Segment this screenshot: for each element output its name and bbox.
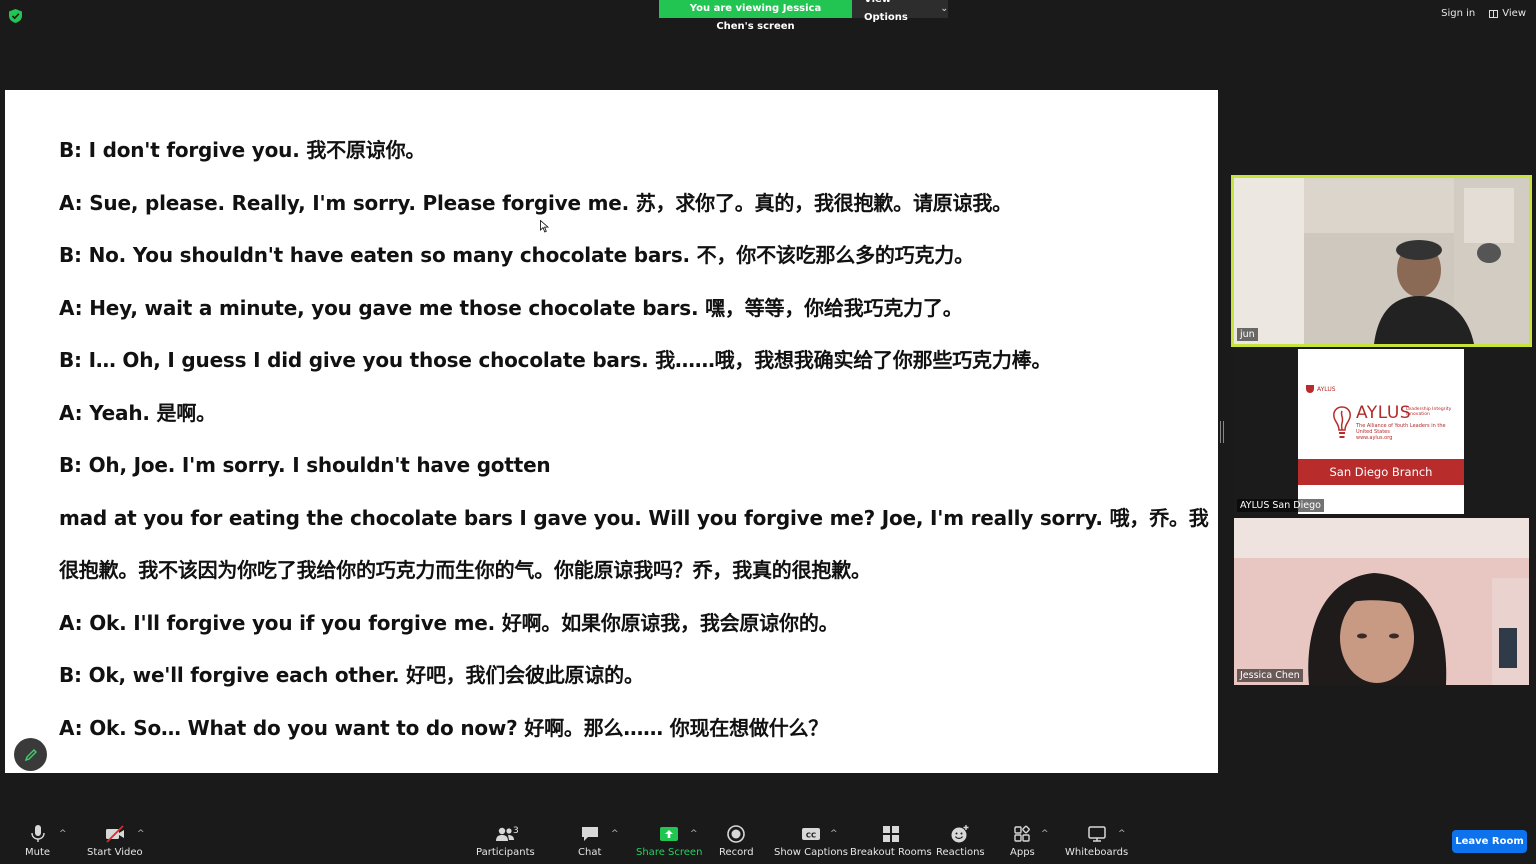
participant-video-jessica: [1234, 518, 1529, 685]
video-tile-aylus[interactable]: AYLUS AYLUS Leadership Integrity Innovat…: [1234, 348, 1529, 515]
whiteboards-options-caret-icon[interactable]: ^: [1118, 829, 1126, 839]
document-line: A: Ok. I'll forgive you if you forgive m…: [59, 610, 839, 635]
svg-text:CC: CC: [806, 832, 816, 840]
document-line: mad at you for eating the chocolate bars…: [59, 505, 1209, 530]
document-line: B: No. You shouldn't have eaten so many …: [59, 243, 974, 267]
whiteboard-icon: [1087, 826, 1106, 842]
closed-captions-icon: CC: [801, 828, 820, 840]
chat-button[interactable]: Chat: [578, 824, 601, 858]
record-button[interactable]: Record: [719, 824, 754, 858]
viewing-screen-text: You are viewing Jessica Chen's screen: [659, 0, 852, 32]
aylus-small-logo-text: AYLUS: [1317, 385, 1336, 393]
panel-resize-handle[interactable]: [1220, 421, 1224, 443]
document-line: A: Sue, please. Really, I'm sorry. Pleas…: [59, 190, 1012, 215]
pencil-icon: [24, 748, 37, 761]
apps-options-caret-icon[interactable]: ^: [1041, 829, 1049, 839]
apps-button[interactable]: Apps: [1010, 824, 1035, 858]
document-line: A: Hey, wait a minute, you gave me those…: [59, 295, 963, 320]
mute-options-caret-icon[interactable]: ^: [59, 829, 67, 839]
document-line: A: Ok. So… What do you want to do now? 好…: [59, 715, 829, 740]
share-options-caret-icon[interactable]: ^: [690, 829, 698, 839]
participant-name-label: Jessica Chen: [1237, 669, 1303, 682]
view-button[interactable]: View: [1489, 8, 1526, 19]
mute-label: Mute: [25, 847, 51, 858]
reactions-smiley-icon: [951, 825, 969, 843]
start-video-button[interactable]: Start Video: [87, 824, 143, 858]
aylus-branch-band: San Diego Branch: [1298, 459, 1464, 485]
aylus-tagline: Leadership Integrity Innovation: [1406, 407, 1452, 417]
aylus-small-logo: AYLUS: [1306, 385, 1336, 393]
video-tile-jun[interactable]: jun: [1231, 175, 1532, 347]
meeting-toolbar: Mute ^ Start Video ^ Participants 3 Chat…: [0, 816, 1536, 864]
sign-in-link[interactable]: Sign in: [1441, 8, 1475, 19]
screen-share-banner: You are viewing Jessica Chen's screen Vi…: [659, 0, 948, 32]
leave-room-button[interactable]: Leave Room: [1452, 830, 1527, 853]
share-screen-icon: [660, 827, 679, 841]
participants-count-badge: 3: [513, 826, 519, 836]
top-right-controls: Sign in View: [1441, 8, 1526, 19]
aylus-url: www.aylus.org: [1356, 435, 1393, 441]
apps-label: Apps: [1010, 847, 1035, 858]
document-line: B: I don't forgive you. 我不原谅你。: [59, 138, 426, 162]
breakout-rooms-button[interactable]: Breakout Rooms: [850, 824, 932, 858]
aylus-shield-icon: [1306, 385, 1314, 393]
chat-options-caret-icon[interactable]: ^: [611, 829, 619, 839]
view-options-button[interactable]: View Options ⌄: [852, 0, 948, 23]
document-line: B: Ok, we'll forgive each other. 好吧，我们会彼…: [59, 663, 644, 687]
participants-button[interactable]: Participants: [476, 824, 535, 858]
reactions-button[interactable]: Reactions: [936, 824, 985, 858]
annotate-button[interactable]: [14, 738, 47, 771]
breakout-rooms-icon: [882, 826, 899, 842]
view-label: View: [1502, 8, 1526, 19]
mouse-cursor-icon: [540, 220, 549, 233]
show-captions-label: Show Captions: [774, 847, 848, 858]
apps-icon: [1014, 825, 1031, 842]
mute-button[interactable]: Mute: [25, 824, 50, 858]
aylus-subtitle-text: The Alliance of Youth Leaders in the Uni…: [1356, 423, 1446, 435]
participant-name-label: AYLUS San Diego: [1237, 499, 1324, 512]
security-shield-icon[interactable]: [9, 9, 22, 23]
video-options-caret-icon[interactable]: ^: [137, 829, 145, 839]
document-line: 很抱歉。我不该因为你吃了我给你的巧克力而生你的气。你能原谅我吗？乔，我真的很抱歉…: [59, 558, 871, 582]
breakout-rooms-label: Breakout Rooms: [850, 847, 932, 858]
view-layout-icon: [1489, 9, 1499, 18]
aylus-brand-text: AYLUS: [1356, 403, 1412, 423]
aylus-subtitle: The Alliance of Youth Leaders in the Uni…: [1356, 423, 1446, 441]
microphone-icon: [30, 825, 45, 842]
chevron-down-icon: ⌄: [940, 4, 948, 14]
aylus-logo-card: AYLUS AYLUS Leadership Integrity Innovat…: [1298, 349, 1464, 514]
document-line: B: Oh, Joe. I'm sorry. I shouldn't have …: [59, 453, 551, 477]
document-line: B: I… Oh, I guess I did give you those c…: [59, 348, 1052, 372]
video-tile-jessica-chen[interactable]: Jessica Chen: [1234, 518, 1529, 685]
chat-bubble-icon: [581, 827, 598, 841]
whiteboards-label: Whiteboards: [1065, 847, 1129, 858]
participant-video-jun: [1234, 178, 1529, 344]
share-screen-label: Share Screen: [636, 847, 703, 858]
record-label: Record: [719, 847, 754, 858]
participants-label: Participants: [476, 847, 535, 858]
start-video-label: Start Video: [87, 847, 143, 858]
captions-options-caret-icon[interactable]: ^: [830, 829, 838, 839]
video-camera-off-icon: [105, 825, 124, 843]
document-line: A: Yeah. 是啊。: [59, 400, 216, 425]
record-icon: [727, 825, 746, 843]
chat-label: Chat: [578, 847, 602, 858]
participant-name-label: jun: [1237, 328, 1258, 341]
view-options-label: View Options: [864, 0, 908, 23]
shared-screen[interactable]: B: I don't forgive you. 我不原谅你。 A: Sue, pl…: [5, 90, 1218, 773]
reactions-label: Reactions: [936, 847, 985, 858]
shared-document: B: I don't forgive you. 我不原谅你。 A: Sue, pl…: [59, 134, 1209, 764]
lightbulb-icon: [1333, 406, 1351, 438]
